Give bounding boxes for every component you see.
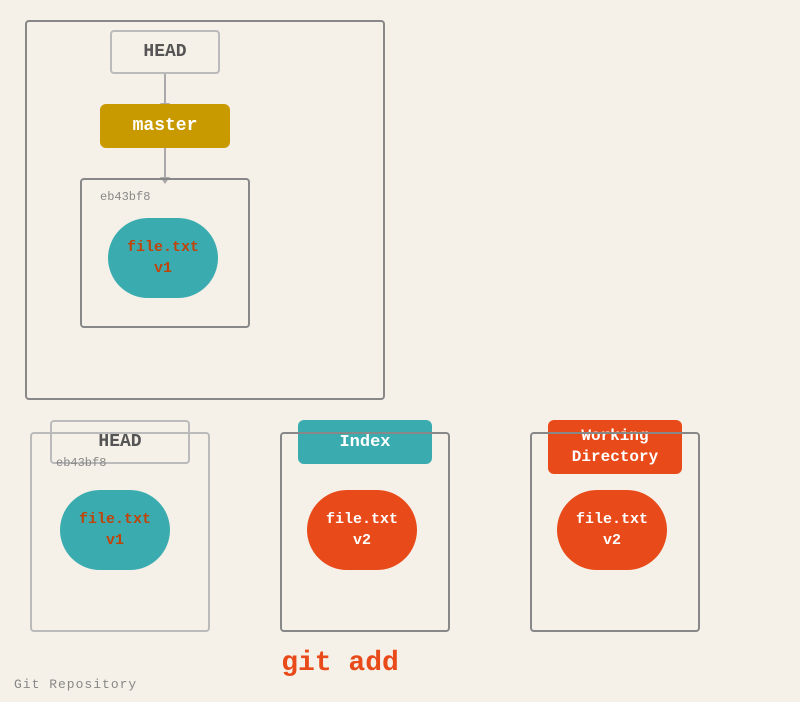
bottom-commit-id: eb43bf8 — [56, 456, 106, 470]
git-add-label: git add — [240, 648, 440, 679]
commit-id-top: eb43bf8 — [100, 190, 150, 204]
file-blob-index-text: file.txtv2 — [326, 509, 398, 551]
file-blob-bottom-head: file.txtv1 — [60, 490, 170, 570]
arrow-master-to-commit — [164, 148, 166, 178]
git-repo-label: Git Repository — [14, 677, 137, 692]
file-blob-top-text: file.txtv1 — [127, 237, 199, 279]
master-label: master — [133, 116, 198, 136]
file-blob-top: file.txtv1 — [108, 218, 218, 298]
master-box: master — [100, 104, 230, 148]
arrow-head-to-master — [164, 74, 166, 104]
main-container: Git Repository HEAD master eb43bf8 file.… — [0, 0, 800, 702]
file-blob-workdir: file.txtv2 — [557, 490, 667, 570]
head-top-label: HEAD — [143, 42, 186, 62]
file-blob-bottom-head-text: file.txtv1 — [79, 509, 151, 551]
head-box-top: HEAD — [110, 30, 220, 74]
file-blob-index: file.txtv2 — [307, 490, 417, 570]
file-blob-workdir-text: file.txtv2 — [576, 509, 648, 551]
